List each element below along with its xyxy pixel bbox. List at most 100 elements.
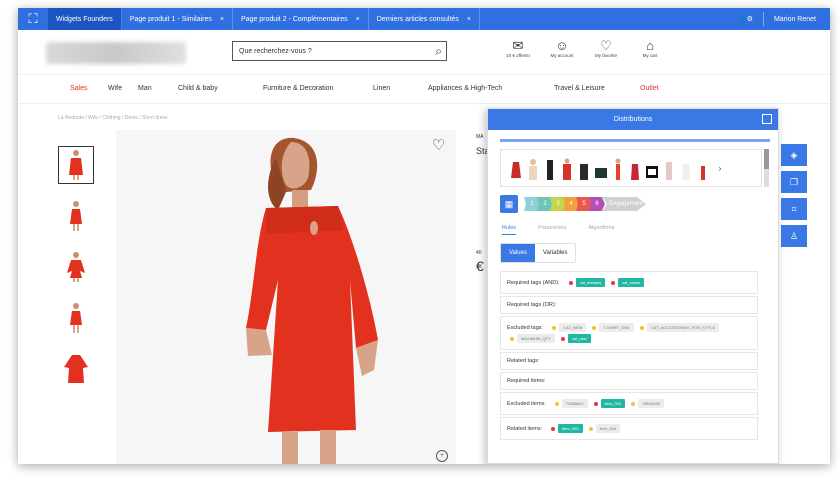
zoom-icon[interactable]: + (436, 450, 448, 462)
step-engagement[interactable]: Engagement (602, 197, 646, 211)
nav-appliances[interactable]: Appliances & High-Tech (428, 85, 502, 92)
tag-chip[interactable]: 72888810 (554, 399, 588, 408)
expand-icon[interactable]: ⛶ (18, 8, 48, 30)
remove-dot-icon[interactable] (611, 280, 616, 285)
close-icon[interactable]: × (220, 16, 224, 23)
rule-row[interactable]: Required tags (OR): (500, 296, 758, 314)
tag-chip[interactable]: cat_dresses (568, 278, 606, 287)
remove-dot-icon[interactable] (552, 325, 557, 330)
remove-dot-icon[interactable] (554, 401, 559, 406)
product-thumb[interactable] (645, 156, 659, 180)
layers-icon[interactable]: ◈ (781, 144, 807, 166)
chevron-right-icon[interactable]: › (713, 156, 727, 180)
values-variables-toggle: Values Variables (500, 243, 577, 263)
tag-chip[interactable]: MAXIMUM_QTY (510, 334, 555, 343)
product-thumb[interactable] (611, 156, 625, 180)
remove-dot-icon[interactable] (639, 325, 644, 330)
tag-chip[interactable]: cat_shoes (611, 278, 645, 287)
cart-link[interactable]: ⌂ My cart (634, 38, 666, 58)
rule-row[interactable]: Required items: (500, 372, 758, 390)
product-thumb[interactable] (696, 156, 710, 180)
toggle-variables[interactable]: Variables (535, 244, 576, 262)
nav-sales[interactable]: Sales (70, 85, 88, 92)
tag-chip[interactable]: cat_new (560, 334, 591, 343)
rule-row[interactable]: Required tags (AND): cat_dresses cat_sho… (500, 271, 758, 294)
close-icon[interactable]: × (467, 16, 471, 23)
carousel-scrollbar[interactable] (764, 149, 769, 187)
rule-row[interactable]: Related tags: (500, 352, 758, 370)
product-image[interactable] (116, 130, 456, 464)
product-thumb[interactable] (628, 156, 642, 180)
panel-expand-icon[interactable] (762, 114, 772, 124)
product-thumb[interactable] (526, 156, 540, 180)
thumbnail-list (58, 146, 98, 401)
tag-chip[interactable]: item_003 (551, 424, 583, 433)
breadcrumb[interactable]: La Redoute / Wife / Clothing / Dress / S… (58, 115, 168, 121)
close-icon[interactable]: × (356, 16, 360, 23)
nav-linen[interactable]: Linen (373, 85, 390, 92)
toggle-values[interactable]: Values (501, 244, 535, 262)
panel-side-toolbar: ◈ ❐ ⌗ ♙ (781, 144, 809, 252)
search-icon[interactable]: ⌕ (435, 44, 442, 59)
tab-derniers-articles[interactable]: Derniers articles consultés × (369, 8, 480, 30)
nav-wife[interactable]: Wife (108, 85, 122, 92)
search-input[interactable]: Que recherchez-vous ? ⌕ (232, 41, 447, 61)
remove-dot-icon[interactable] (560, 336, 565, 341)
code-icon[interactable]: ⌗ (781, 198, 807, 220)
user-name: Marion Renet (773, 15, 816, 23)
remove-dot-icon[interactable] (588, 426, 593, 431)
price-value: € (476, 258, 484, 274)
tag-chip[interactable]: CAT_NEW (552, 323, 587, 332)
tag-chip[interactable]: item_004 (588, 424, 621, 433)
site-logo[interactable] (46, 42, 186, 64)
nav-travel[interactable]: Travel & Leisure (554, 85, 605, 92)
thumbnail[interactable] (58, 248, 94, 286)
user-settings-icon[interactable]: 👤⚙ (738, 15, 753, 23)
remove-dot-icon[interactable] (551, 426, 556, 431)
user-area[interactable]: 👤⚙ Marion Renet (738, 12, 830, 26)
remove-dot-icon[interactable] (592, 325, 597, 330)
tab-widgets-founders[interactable]: Widgets Founders (48, 8, 122, 30)
product-carousel[interactable]: › (500, 149, 762, 187)
remove-dot-icon[interactable] (568, 280, 573, 285)
rule-row[interactable]: Related items: item_003 item_004 (500, 417, 758, 440)
thumbnail[interactable] (58, 197, 94, 235)
product-thumb[interactable] (594, 156, 608, 180)
grid-icon[interactable]: ▦ (500, 195, 518, 213)
remove-dot-icon[interactable] (510, 336, 514, 341)
product-thumb[interactable] (577, 156, 591, 180)
tab-rules[interactable]: Rules (502, 225, 517, 235)
thumbnail[interactable] (58, 299, 94, 337)
favorites-link[interactable]: ♡ My favorite (590, 38, 622, 58)
product-thumb[interactable] (543, 156, 557, 180)
user-target-icon[interactable]: ♙ (781, 225, 807, 247)
nav-child-baby[interactable]: Child & baby (178, 85, 218, 92)
rule-row[interactable]: Excluded tags: CAT_NEW T-SHIRT_ONE CAT_A… (500, 316, 758, 350)
nav-outlet[interactable]: Outlet (640, 85, 659, 92)
product-thumb[interactable] (560, 156, 574, 180)
nav-man[interactable]: Man (138, 85, 152, 92)
product-thumb[interactable] (509, 156, 523, 180)
product-thumb[interactable] (679, 156, 693, 180)
product-thumb[interactable] (662, 156, 676, 180)
account-link[interactable]: ☺ My account (546, 38, 578, 58)
tab-algorithms[interactable]: Algorithms (589, 225, 615, 235)
remove-dot-icon[interactable] (631, 401, 636, 406)
tab-page-produit-1[interactable]: Page produit 1 - Similaires × (122, 8, 233, 30)
favorite-heart-icon[interactable]: ♡ (432, 136, 445, 154)
tab-page-produit-2[interactable]: Page produit 2 - Complémentaires × (233, 8, 369, 30)
tag-chip[interactable]: T-SHIRT_ONE (592, 323, 634, 332)
rules-list: Required tags (AND): cat_dresses cat_sho… (500, 271, 758, 442)
offer-link[interactable]: ✉ 10 € offerts! (502, 38, 534, 58)
tag-chip[interactable]: 78543052 (631, 399, 664, 408)
tab-parameters[interactable]: Parameters (538, 225, 566, 235)
nav-furniture[interactable]: Furniture & Decoration (263, 85, 333, 92)
copy-icon[interactable]: ❐ (781, 171, 807, 193)
rule-row[interactable]: Excluded items: 72888810 item_002 785430… (500, 392, 758, 415)
tag-chip[interactable]: item_002 (593, 399, 626, 408)
step-6[interactable]: 6 (589, 197, 605, 211)
thumbnail[interactable] (58, 350, 94, 388)
remove-dot-icon[interactable] (593, 401, 598, 406)
tag-chip[interactable]: CAT_ACCESSORIES_FOR_STYLE (639, 323, 720, 332)
thumbnail[interactable] (58, 146, 94, 184)
